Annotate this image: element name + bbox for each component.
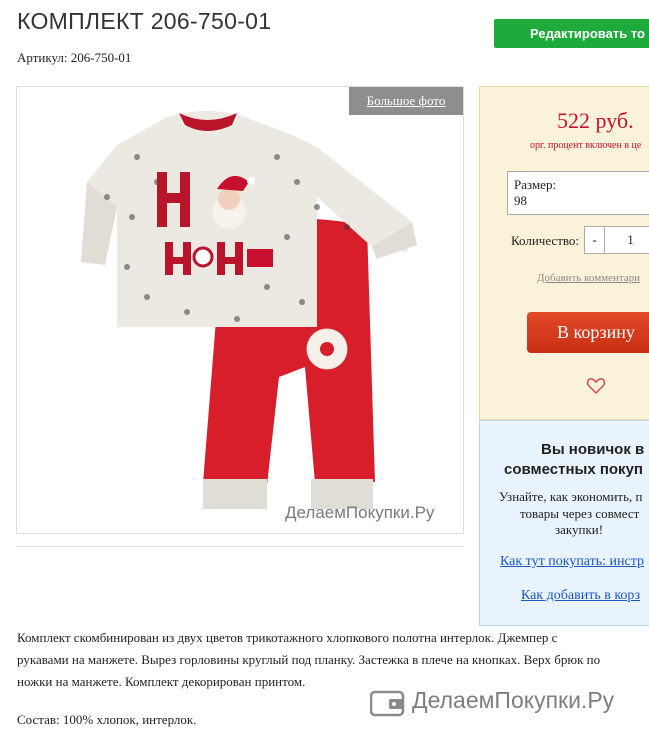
wallet-icon <box>370 690 405 717</box>
big-photo-button[interactable]: Большое фото <box>349 87 463 115</box>
how-to-add-link[interactable]: Как добавить в корз <box>521 588 640 604</box>
add-to-cart-button[interactable]: В корзину <box>527 312 649 353</box>
how-to-buy-link[interactable]: Как тут покупать: инстр <box>500 554 644 570</box>
heart-icon[interactable] <box>586 376 606 396</box>
size-label: Размер: <box>514 177 557 192</box>
newbie-title-line1: Вы новичок в <box>541 441 645 458</box>
size-value: 98 <box>514 193 527 208</box>
newbie-title-line2: совместных покуп <box>504 461 643 478</box>
newbie-text-line3: закупки! <box>555 522 604 537</box>
quantity-input[interactable]: 1 <box>605 226 649 254</box>
footer-brand: ДелаемПокупки.Ру <box>412 687 615 713</box>
page-title: КОМПЛЕКТ 206-750-01 <box>17 8 272 34</box>
edit-product-button[interactable]: Редактировать то <box>494 19 649 48</box>
description-line: Комплект скомбинирован из двух цветов тр… <box>17 630 558 645</box>
product-description: Комплект скомбинирован из двух цветов тр… <box>17 627 649 693</box>
newbie-text-line1: Узнайте, как экономить, п <box>499 489 643 504</box>
newbie-text-line2: товары через совмест <box>520 506 640 521</box>
sku-line: Артикул: 206-750-01 <box>17 50 132 65</box>
product-photo[interactable]: Большое фото ДелаемПокупки.Ру <box>16 86 464 534</box>
add-comment-link[interactable]: Добавить комментари <box>537 272 640 284</box>
quantity-label: Количество: <box>511 233 580 248</box>
image-watermark: ДелаемПокупки.Ру <box>285 503 435 522</box>
price-note: орг. процент включен в це <box>530 140 642 151</box>
price: 522 руб. <box>557 108 634 133</box>
divider <box>16 546 464 547</box>
size-select[interactable]: Размер: 98 <box>507 171 649 215</box>
product-image <box>81 111 417 509</box>
description-line: рукавами на манжете. Вырез горловины кру… <box>17 652 601 667</box>
composition: Состав: 100% хлопок, интерлок. <box>17 712 197 727</box>
quantity-decrease-button[interactable]: - <box>584 226 605 254</box>
